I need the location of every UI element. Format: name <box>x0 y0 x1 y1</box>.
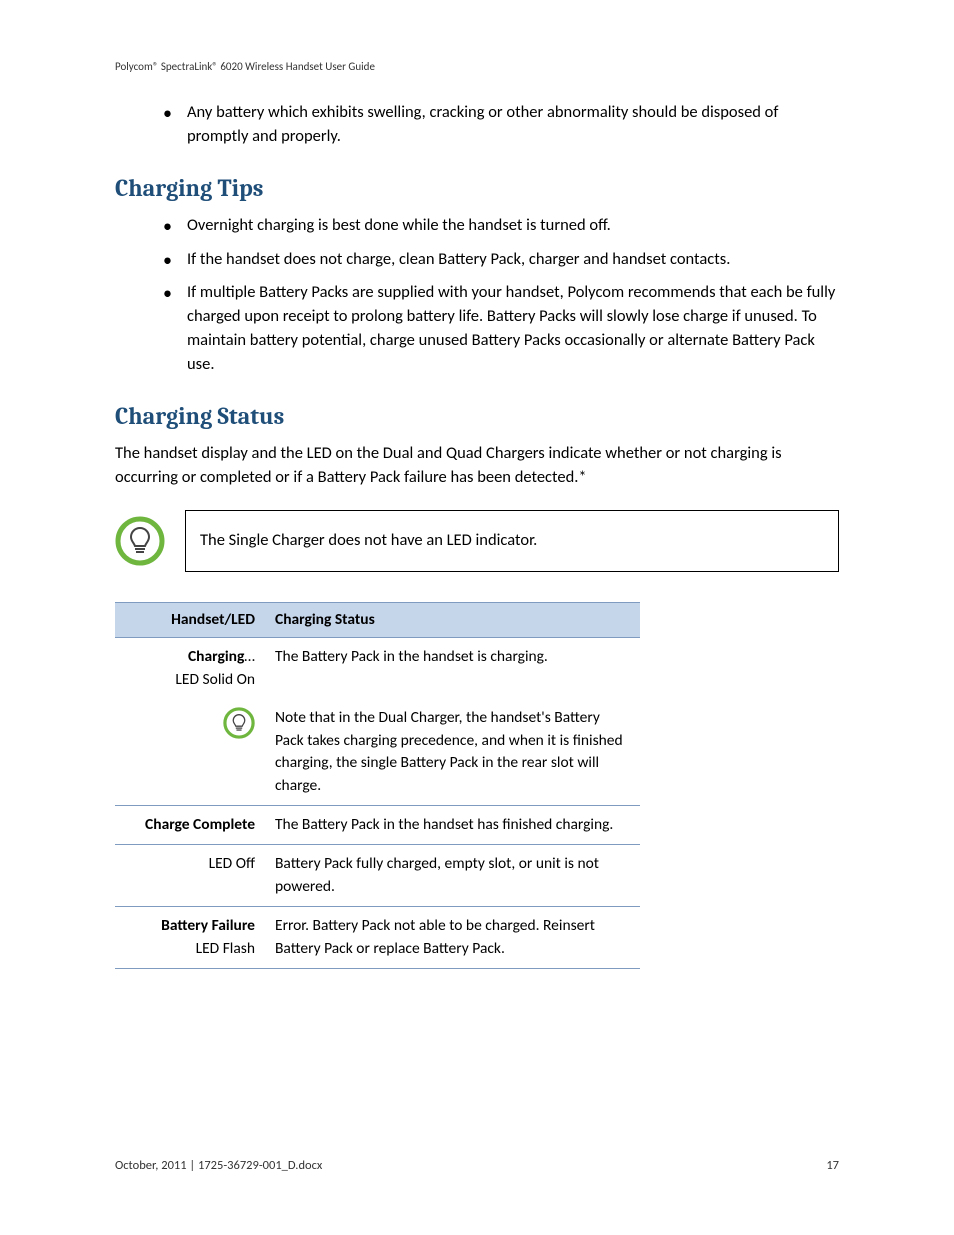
table-row: Charging… LED Solid On The Battery Pack … <box>115 638 640 699</box>
table-row: LED Off Battery Pack fully charged, empt… <box>115 845 640 907</box>
footer-page-number: 17 <box>826 1158 839 1173</box>
table-cell-right: The Battery Pack in the handset has fini… <box>265 806 640 845</box>
heading-charging-status: Charging Status <box>115 399 839 434</box>
row-label-suffix: … <box>244 647 255 666</box>
status-intro-paragraph: The handset display and the LED on the D… <box>115 442 839 490</box>
intro-bullet-list: Any battery which exhibits swelling, cra… <box>115 101 839 149</box>
table-row: Charge Complete The Battery Pack in the … <box>115 806 640 845</box>
row-label-line2: LED Off <box>209 854 255 873</box>
table-header-left: Handset/LED <box>115 602 265 637</box>
list-item: If multiple Battery Packs are supplied w… <box>115 281 839 377</box>
table-header-row: Handset/LED Charging Status <box>115 602 640 637</box>
row-label-bold: Charge Complete <box>145 815 255 834</box>
charging-status-table: Handset/LED Charging Status Charging… LE… <box>115 602 640 970</box>
table-row: Note that in the Dual Charger, the hands… <box>115 699 640 805</box>
list-item: If the handset does not charge, clean Ba… <box>115 248 839 272</box>
row-label-line2: LED Flash <box>196 939 255 958</box>
tip-note-box: The Single Charger does not have an LED … <box>185 510 839 572</box>
lightbulb-icon <box>223 707 255 739</box>
table-cell-right: The Battery Pack in the handset is charg… <box>265 638 640 699</box>
table-cell-left: Battery Failure LED Flash <box>115 907 265 969</box>
tip-icon-wrap <box>115 516 185 566</box>
table-cell-left <box>115 699 265 805</box>
table-cell-left: LED Off <box>115 845 265 907</box>
row-label-bold: Battery Failure <box>161 916 255 935</box>
table-cell-left: Charging… LED Solid On <box>115 638 265 699</box>
table-header-right: Charging Status <box>265 602 640 637</box>
document-page: Polycom® SpectraLink® 6020 Wireless Hand… <box>0 0 954 1235</box>
table-cell-right: Error. Battery Pack not able to be charg… <box>265 907 640 969</box>
lightbulb-icon <box>115 516 165 566</box>
body-content: Any battery which exhibits swelling, cra… <box>115 101 839 969</box>
document-header: Polycom® SpectraLink® 6020 Wireless Hand… <box>115 60 839 73</box>
list-item: Overnight charging is best done while th… <box>115 214 839 238</box>
table-row: Battery Failure LED Flash Error. Battery… <box>115 907 640 969</box>
footer-left: October, 2011 | 1725-36729-001_D.docx <box>115 1158 322 1173</box>
table-cell-right: Battery Pack fully charged, empty slot, … <box>265 845 640 907</box>
table-cell-left: Charge Complete <box>115 806 265 845</box>
tips-bullet-list: Overnight charging is best done while th… <box>115 214 839 378</box>
table-cell-right: Note that in the Dual Charger, the hands… <box>265 699 640 805</box>
list-item: Any battery which exhibits swelling, cra… <box>115 101 839 149</box>
heading-charging-tips: Charging Tips <box>115 171 839 206</box>
row-label-bold: Charging <box>188 647 244 666</box>
row-label-line2: LED Solid On <box>175 670 255 689</box>
page-footer: October, 2011 | 1725-36729-001_D.docx 17 <box>115 1158 839 1173</box>
tip-callout: The Single Charger does not have an LED … <box>115 510 839 572</box>
